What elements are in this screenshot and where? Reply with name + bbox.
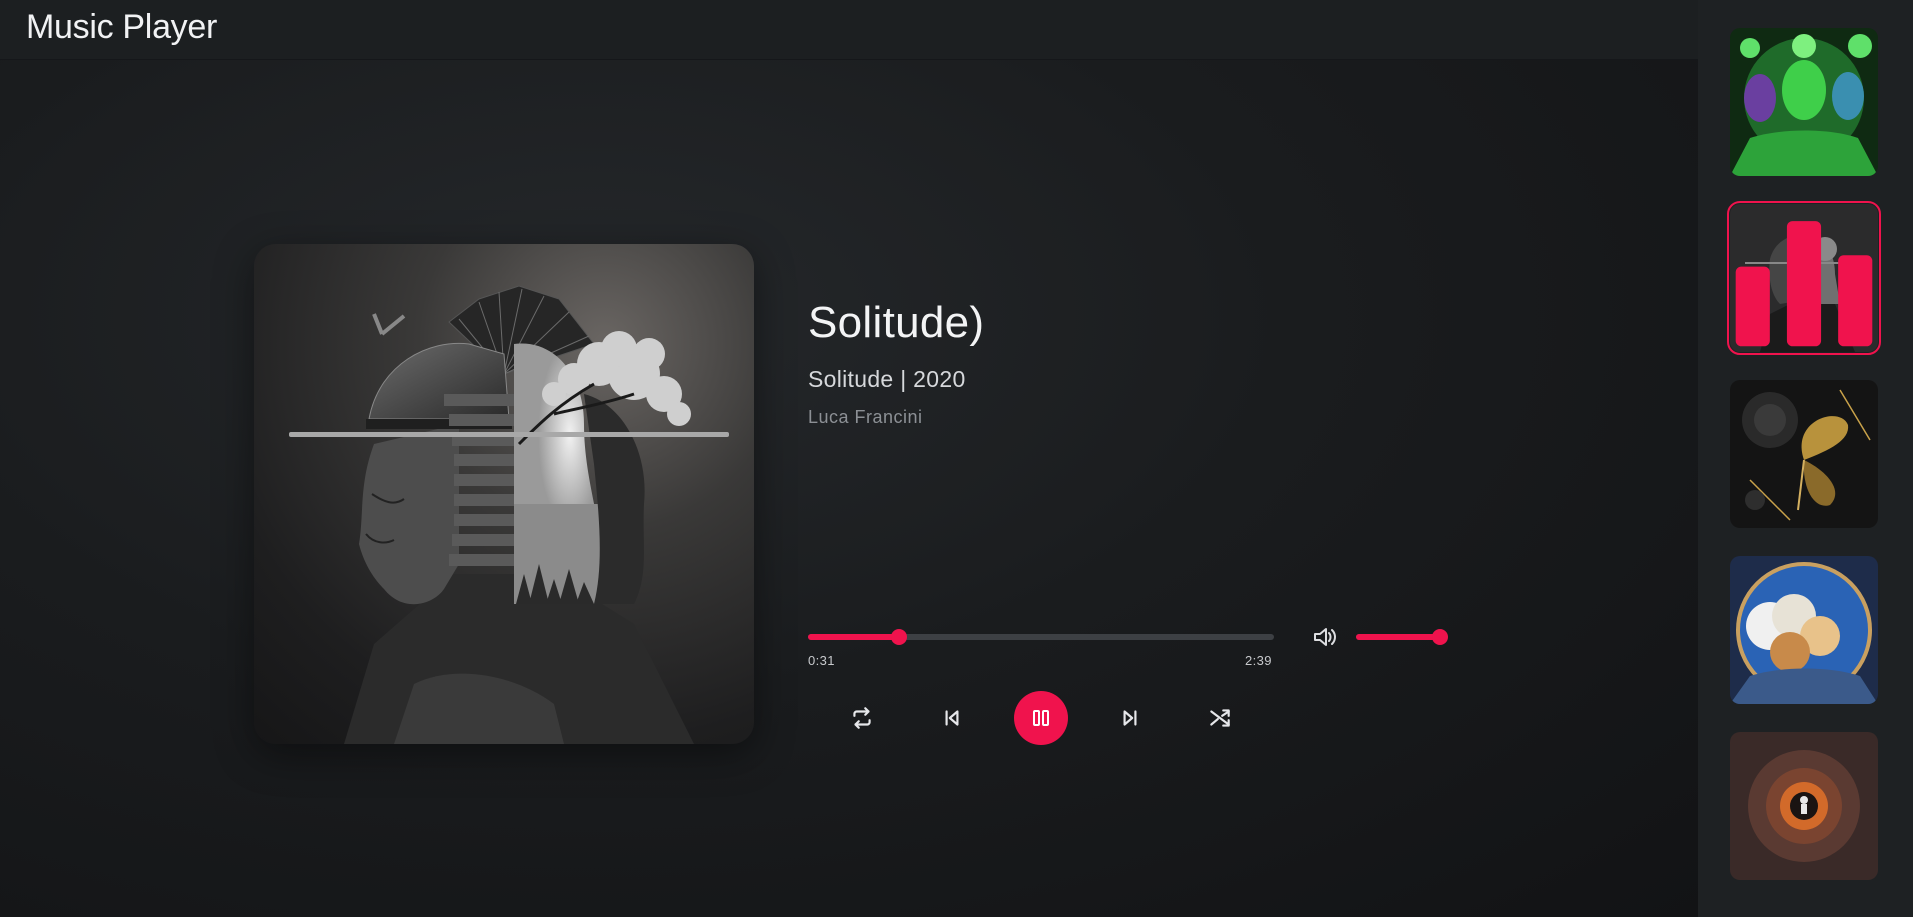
track-artist: Luca Francini: [808, 407, 923, 427]
track-album-year: Solitude | 2020: [808, 366, 966, 392]
shuffle-icon: [1210, 709, 1230, 727]
skip-previous-icon: [945, 710, 959, 726]
total-time: 2:39: [1245, 653, 1272, 668]
playlist-item-active[interactable]: [1727, 201, 1881, 355]
gold-butterfly-artwork: [1730, 380, 1878, 528]
track-title: Solitude): [808, 298, 985, 347]
shuffle-button[interactable]: [1200, 698, 1240, 738]
astronaut-tunnel-artwork: [1730, 732, 1878, 880]
playlist-item[interactable]: [1730, 732, 1878, 880]
app-header: Music Player: [0, 0, 1698, 60]
app-title: Music Player: [26, 8, 218, 46]
volume-fill: [1356, 634, 1440, 640]
album-cover: [254, 244, 754, 744]
music-player-app: Music Player Solitude) Solitude | 2020 L…: [0, 0, 1913, 917]
playlist-item[interactable]: [1730, 28, 1878, 176]
pause-button[interactable]: [1014, 691, 1068, 745]
playlist-item[interactable]: [1730, 380, 1878, 528]
progress-slider[interactable]: [808, 629, 1274, 645]
sky-portal-artwork: [1730, 556, 1878, 704]
repeat-button[interactable]: [842, 698, 882, 738]
volume-icon[interactable]: [1312, 626, 1338, 648]
now-playing-equalizer-icon: [1735, 221, 1873, 347]
current-time: 0:31: [808, 653, 835, 668]
volume-handle[interactable]: [1432, 629, 1448, 645]
pause-icon: [1033, 710, 1049, 726]
skip-next-icon: [1123, 710, 1137, 726]
samurai-geisha-artwork: [289, 285, 729, 744]
green-faces-artwork: [1730, 28, 1878, 176]
previous-track-button[interactable]: [932, 698, 972, 738]
volume-slider[interactable]: [1356, 629, 1448, 645]
progress-fill: [808, 634, 899, 640]
repeat-icon: [853, 707, 871, 729]
playlist-item[interactable]: [1730, 556, 1878, 704]
next-track-button[interactable]: [1110, 698, 1150, 738]
progress-handle[interactable]: [890, 629, 907, 645]
playlist-sidebar: [1698, 0, 1913, 917]
